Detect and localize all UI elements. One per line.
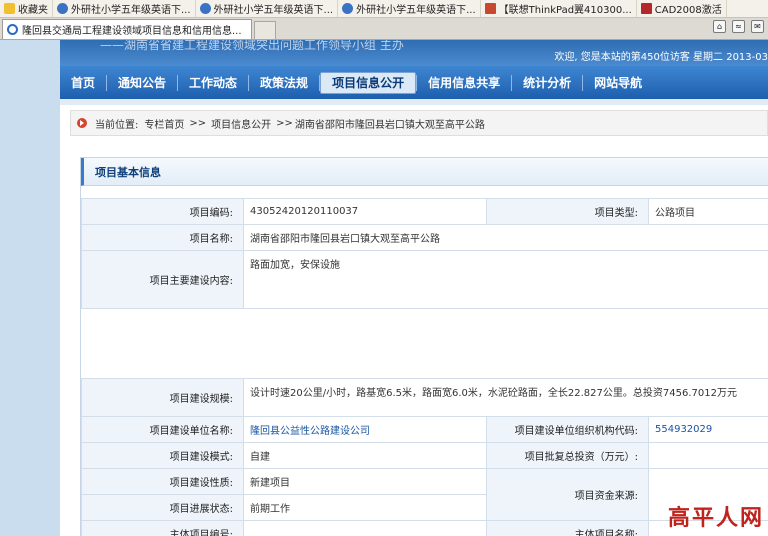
home-icon[interactable]: ⌂ (713, 20, 726, 33)
orgcode-value: 554932029 (648, 416, 768, 443)
nav-policy[interactable]: 政策法规 (249, 72, 319, 94)
browser-tab[interactable]: 隆回县交通局工程建设领域项目信息和信用信息... (2, 19, 252, 39)
breadcrumb-section-link[interactable]: 项目信息公开 (211, 116, 271, 131)
scale-value: 设计时速20公里/小时，路基宽6.5米，路面宽6.0米，水泥砼路面，全长22.8… (243, 378, 768, 417)
location-icon (77, 118, 87, 128)
cad-icon (640, 3, 652, 14)
new-tab-button[interactable] (254, 21, 276, 39)
invest-value (648, 442, 768, 469)
tab-title: 隆回县交通局工程建设领域项目信息和信用信息... (22, 26, 242, 37)
favorite-link-1[interactable]: 外研社小学五年级英语下... (53, 0, 196, 17)
table-row: 主体项目编号: 主体项目名称: (81, 520, 768, 536)
mail-icon[interactable]: ✉ (751, 20, 764, 33)
type-label: 项目类型: (486, 198, 649, 225)
mode-value: 自建 (243, 442, 487, 469)
nav-shadow (60, 99, 768, 105)
content-value: 路面加宽，安保设施 (243, 250, 768, 309)
table-row: 项目编码: 43052420120110037 项目类型: 公路项目 (81, 198, 768, 225)
progress-value: 前期工作 (243, 494, 487, 521)
project-info-table-bottom: 项目建设规模: 设计时速20公里/小时，路基宽6.5米，路面宽6.0米，水泥砼路… (81, 378, 768, 536)
page-icon (57, 3, 68, 14)
favorite-link-2[interactable]: 外研社小学五年级英语下... (196, 0, 339, 17)
project-info-table-top: 项目编码: 43052420120110037 项目类型: 公路项目 项目名称:… (81, 198, 768, 309)
nav-project-info[interactable]: 项目信息公开 (320, 71, 417, 94)
panel-title: 项目基本信息 (81, 158, 768, 186)
nav-home[interactable]: 首页 (60, 72, 106, 94)
code-value: 43052420120110037 (243, 198, 487, 225)
nature-label: 项目建设性质: (81, 468, 244, 495)
star-icon (4, 3, 15, 14)
nav-credit-info[interactable]: 信用信息共享 (417, 72, 511, 94)
table-row: 项目建设模式: 自建 项目批复总投资（万元）: (81, 442, 768, 469)
name-label: 项目名称: (81, 224, 244, 251)
feeds-icon[interactable]: ≈ (732, 20, 745, 33)
invest-label: 项目批复总投资（万元）: (486, 442, 649, 469)
document-icon (484, 3, 496, 14)
breadcrumb-separator: >> (276, 117, 293, 129)
table-row: 项目名称: 湖南省邵阳市隆回县岩口镇大观至高平公路 (81, 224, 768, 251)
fund-label: 项目资金来源: (486, 468, 649, 521)
nav-sitemap[interactable]: 网站导航 (583, 72, 653, 94)
breadcrumb-prefix: 当前位置: (95, 119, 139, 131)
unit-link[interactable]: 隆回县公益性公路建设公司 (243, 416, 487, 443)
table-row: 项目建设规模: 设计时速20公里/小时，路基宽6.5米，路面宽6.0米，水泥砼路… (81, 378, 768, 417)
page-icon (199, 3, 211, 14)
banner-slogan: ——湖南省省建工程建设领域突出问题工作领导小组 主办 (100, 40, 404, 52)
main-project-no-value (243, 520, 487, 536)
breadcrumb-home-link[interactable]: 专栏首页 (144, 116, 184, 131)
name-value: 湖南省邵阳市隆回县岩口镇大观至高平公路 (243, 224, 768, 251)
favorite-link-3[interactable]: 外研社小学五年级英语下... (338, 0, 481, 17)
progress-label: 项目进展状态: (81, 494, 244, 521)
browser-tab-bar: 隆回县交通局工程建设领域项目信息和信用信息... ⌂ ≈ ✉ (0, 18, 768, 40)
table-row: 项目建设性质: 新建项目 项目资金来源: (81, 468, 768, 521)
nav-statistics[interactable]: 统计分析 (512, 72, 582, 94)
project-info-panel: 项目基本信息 项目编码: 43052420120110037 项目类型: 公路项… (80, 157, 768, 536)
favorite-link-4[interactable]: 【联想ThinkPad翼410300... (481, 0, 637, 17)
page-icon (342, 3, 354, 14)
favorites-button[interactable]: 收藏夹 (0, 0, 53, 17)
main-project-no-label: 主体项目编号: (81, 520, 244, 536)
content-label: 项目主要建设内容: (81, 250, 244, 309)
mode-label: 项目建设模式: (81, 442, 244, 469)
site-banner: ——湖南省省建工程建设领域突出问题工作领导小组 主办 欢迎, 您是本站的第450… (60, 40, 768, 66)
site-watermark: 高平人网 (667, 505, 764, 531)
orgcode-label: 项目建设单位组织机构代码: (486, 416, 649, 443)
browser-toolbar: ⌂ ≈ ✉ (713, 20, 764, 33)
table-row: 项目建设单位名称: 隆回县公益性公路建设公司 项目建设单位组织机构代码: 554… (81, 416, 768, 443)
page-background: ——湖南省省建工程建设领域突出问题工作领导小组 主办 欢迎, 您是本站的第450… (0, 40, 768, 536)
main-project-name-label: 主体项目名称: (486, 520, 649, 536)
code-label: 项目编码: (81, 198, 244, 225)
breadcrumb-separator: >> (189, 117, 207, 129)
nav-news[interactable]: 工作动态 (178, 72, 248, 94)
breadcrumb: 当前位置: 专栏首页 >> 项目信息公开 >> 湖南省邵阳市隆回县岩口镇大观至高… (70, 110, 768, 136)
scale-label: 项目建设规模: (81, 378, 244, 417)
main-nav: 首页 通知公告 工作动态 政策法规 项目信息公开 信用信息共享 统计分析 网站导… (60, 66, 768, 99)
nav-notices[interactable]: 通知公告 (107, 72, 177, 94)
type-value: 公路项目 (648, 198, 768, 225)
visitor-welcome: 欢迎, 您是本站的第450位访客 星期二 2013-03 (554, 52, 768, 63)
favorite-link-5[interactable]: CAD2008激活 (637, 0, 727, 17)
site-container: ——湖南省省建工程建设领域突出问题工作领导小组 主办 欢迎, 您是本站的第450… (60, 40, 768, 536)
table-row: 项目主要建设内容: 路面加宽，安保设施 (81, 250, 768, 309)
browser-icon (7, 24, 18, 35)
breadcrumb-current: 湖南省邵阳市隆回县岩口镇大观至高平公路 (294, 119, 485, 131)
unit-label: 项目建设单位名称: (81, 416, 244, 443)
favorites-bar: 收藏夹 外研社小学五年级英语下... 外研社小学五年级英语下... 外研社小学五… (0, 0, 768, 18)
nature-value: 新建项目 (243, 468, 487, 495)
